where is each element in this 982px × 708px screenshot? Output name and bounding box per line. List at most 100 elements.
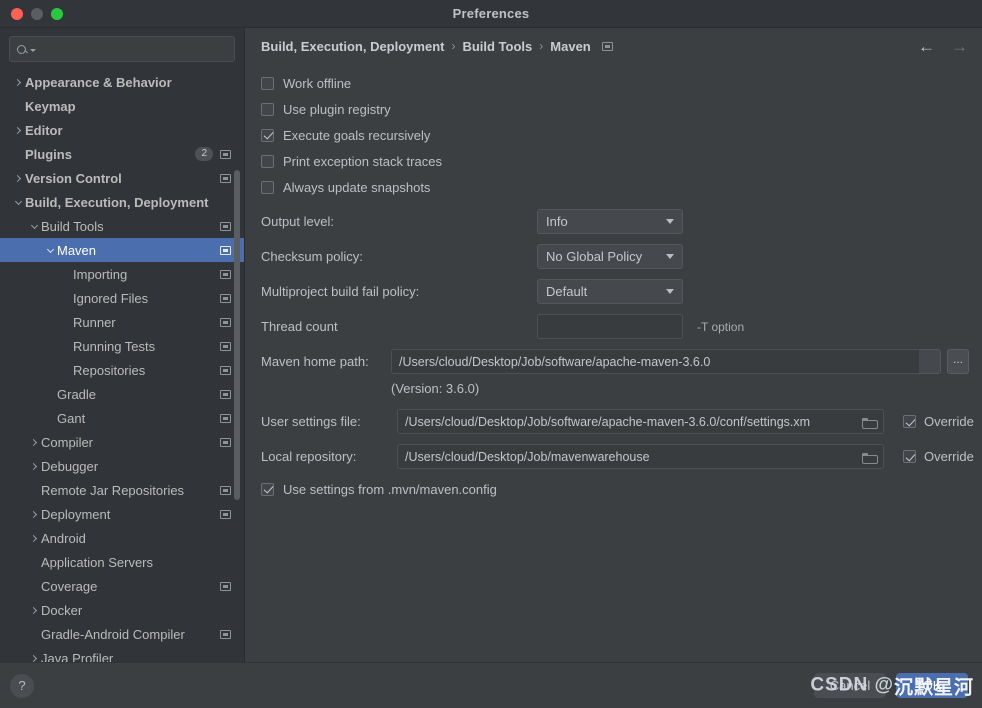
sidebar-item-label: Appearance & Behavior <box>25 74 172 90</box>
execute-goals-recursively-checkbox[interactable] <box>261 128 274 142</box>
tree-toggle[interactable] <box>11 126 25 134</box>
breadcrumb-item-2[interactable]: Maven <box>550 39 590 54</box>
local-repository-override[interactable]: Override <box>903 449 974 464</box>
work-offline-checkbox[interactable] <box>261 76 274 90</box>
window-icon <box>220 365 231 375</box>
tree-toggle[interactable] <box>11 174 25 182</box>
checksum-policy-value: No Global Policy <box>546 249 643 264</box>
sidebar-item-deployment[interactable]: Deployment <box>0 502 244 526</box>
window-icon <box>220 245 231 255</box>
sidebar-item-repositories[interactable]: Repositories <box>0 358 244 382</box>
checksum-policy-dropdown[interactable]: No Global Policy <box>537 244 683 269</box>
help-button[interactable]: ? <box>10 673 34 698</box>
local-repository-override-checkbox[interactable] <box>903 450 916 463</box>
always-update-snapshots-label: Always update snapshots <box>283 179 431 195</box>
tree-toggle[interactable] <box>11 197 25 205</box>
checksum-policy-row: Checksum policy: No Global Policy <box>261 239 968 274</box>
chevron-down-icon <box>666 254 674 259</box>
breadcrumb-item-0[interactable]: Build, Execution, Deployment <box>261 39 444 54</box>
sidebar-item-debugger[interactable]: Debugger <box>0 454 244 478</box>
multiproject-policy-dropdown[interactable]: Default <box>537 279 683 304</box>
sidebar-item-ignored-files[interactable]: Ignored Files <box>0 286 244 310</box>
sidebar-item-label: Repositories <box>73 362 146 378</box>
tree-toggle[interactable] <box>27 462 41 470</box>
mvn-config-checkbox[interactable] <box>261 482 274 496</box>
maven-version-note: (Version: 3.6.0) <box>391 381 480 396</box>
sidebar-item-build-tools[interactable]: Build Tools <box>0 214 244 238</box>
search-input[interactable] <box>40 42 227 56</box>
maven-home-path-dropdown-button[interactable] <box>919 349 941 374</box>
tree-toggle[interactable] <box>27 221 41 229</box>
checkbox-row-mvn-config[interactable]: Use settings from .mvn/maven.config <box>261 474 968 504</box>
search-box[interactable] <box>9 36 235 62</box>
tree-toggle[interactable] <box>43 245 57 253</box>
sidebar-item-keymap[interactable]: Keymap <box>0 94 244 118</box>
use-plugin-registry-checkbox[interactable] <box>261 102 274 116</box>
sidebar-scrollbar-thumb[interactable] <box>234 170 240 500</box>
checkbox-row-use-plugin-registry[interactable]: Use plugin registry <box>261 96 968 122</box>
sidebar-item-application-servers[interactable]: Application Servers <box>0 550 244 574</box>
sidebar-item-docker[interactable]: Docker <box>0 598 244 622</box>
output-level-row: Output level: Info <box>261 204 968 239</box>
sidebar-item-running-tests[interactable]: Running Tests <box>0 334 244 358</box>
checkbox-row-execute-goals-recursively[interactable]: Execute goals recursively <box>261 122 968 148</box>
sidebar-item-appearance-behavior[interactable]: Appearance & Behavior <box>0 70 244 94</box>
output-level-value: Info <box>546 214 568 229</box>
sidebar-scrollbar-track[interactable] <box>234 108 242 500</box>
back-arrow-icon[interactable]: ← <box>918 38 935 55</box>
sidebar-item-plugins[interactable]: Plugins 2 <box>0 142 244 166</box>
sidebar-item-runner[interactable]: Runner <box>0 310 244 334</box>
local-repository-label: Local repository: <box>261 449 357 464</box>
user-settings-override[interactable]: Override <box>903 414 974 429</box>
sidebar-item-coverage[interactable]: Coverage <box>0 574 244 598</box>
checkbox-row-always-update-snapshots[interactable]: Always update snapshots <box>261 174 968 200</box>
folder-icon[interactable] <box>862 451 878 464</box>
sidebar-item-gradle-android-compiler[interactable]: Gradle-Android Compiler <box>0 622 244 646</box>
user-settings-override-label: Override <box>924 414 974 429</box>
window-icon <box>220 173 231 183</box>
sidebar-item-importing[interactable]: Importing <box>0 262 244 286</box>
sidebar-item-label: Runner <box>73 314 116 330</box>
tree-toggle[interactable] <box>27 534 41 542</box>
cancel-button[interactable]: Cancel <box>814 673 886 698</box>
window-icon <box>220 485 231 495</box>
checkbox-row-print-exception-stack-traces[interactable]: Print exception stack traces <box>261 148 968 174</box>
local-repository-override-label: Override <box>924 449 974 464</box>
tree-toggle[interactable] <box>27 438 41 446</box>
sidebar-item-maven[interactable]: Maven <box>0 238 244 262</box>
sidebar-item-android[interactable]: Android <box>0 526 244 550</box>
print-exception-stack-traces-label: Print exception stack traces <box>283 153 442 169</box>
tree-toggle[interactable] <box>27 606 41 614</box>
checkbox-row-work-offline[interactable]: Work offline <box>261 70 968 96</box>
maven-home-browse-button[interactable]: ... <box>947 349 969 374</box>
sidebar-item-compiler[interactable]: Compiler <box>0 430 244 454</box>
user-settings-file-input[interactable]: /Users/cloud/Desktop/Job/software/apache… <box>397 409 884 434</box>
print-exception-stack-traces-checkbox[interactable] <box>261 154 274 168</box>
tree-toggle[interactable] <box>27 510 41 518</box>
breadcrumb-item-1[interactable]: Build Tools <box>462 39 532 54</box>
sidebar-item-java-profiler[interactable]: Java Profiler <box>0 646 244 662</box>
sidebar-item-remote-jar-repositories[interactable]: Remote Jar Repositories <box>0 478 244 502</box>
forward-arrow-icon[interactable]: → <box>951 38 968 55</box>
tree-toggle[interactable] <box>11 78 25 86</box>
dialog-footer: ? Cancel OK CSDN @ 沉默星河 <box>0 662 982 708</box>
output-level-dropdown[interactable]: Info <box>537 209 683 234</box>
thread-count-input[interactable] <box>537 314 683 339</box>
sidebar-item-version-control[interactable]: Version Control <box>0 166 244 190</box>
maven-home-path-label: Maven home path: <box>261 354 369 369</box>
settings-tree[interactable]: Appearance & Behavior Keymap Editor Plugins… <box>0 68 244 662</box>
local-repository-input[interactable]: /Users/cloud/Desktop/Job/mavenwarehouse <box>397 444 884 469</box>
sidebar-item-gradle[interactable]: Gradle <box>0 382 244 406</box>
tree-toggle[interactable] <box>27 654 41 662</box>
maven-home-path-input[interactable]: /Users/cloud/Desktop/Job/software/apache… <box>391 349 919 374</box>
sidebar-item-gant[interactable]: Gant <box>0 406 244 430</box>
user-settings-override-checkbox[interactable] <box>903 415 916 428</box>
sidebar-item-editor[interactable]: Editor <box>0 118 244 142</box>
always-update-snapshots-checkbox[interactable] <box>261 180 274 194</box>
maven-checkbox-group: Work offline Use plugin registry Execute… <box>261 70 968 200</box>
sidebar-item-build-execution-deployment[interactable]: Build, Execution, Deployment <box>0 190 244 214</box>
ok-button[interactable]: OK <box>896 673 968 698</box>
sidebar-item-label: Deployment <box>41 506 111 522</box>
maven-home-path-row: Maven home path: /Users/cloud/Desktop/Jo… <box>261 344 969 379</box>
folder-icon[interactable] <box>862 416 878 429</box>
